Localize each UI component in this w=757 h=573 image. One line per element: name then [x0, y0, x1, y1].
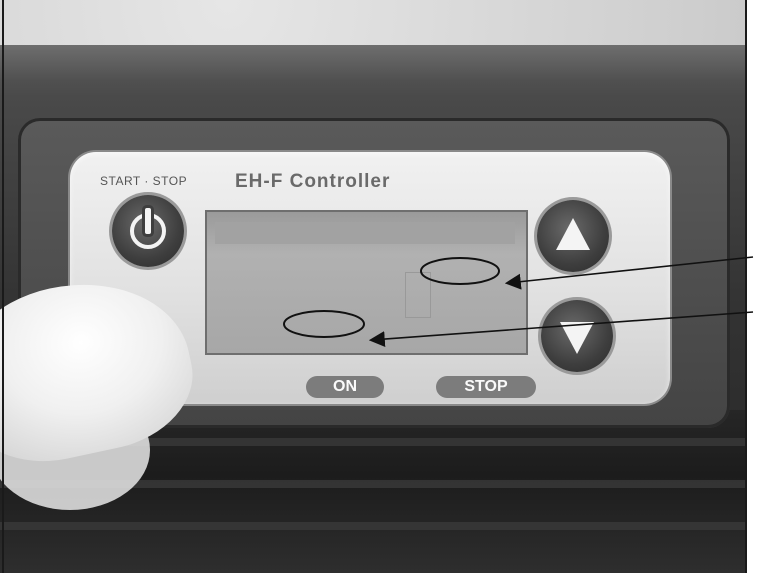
housing-ridge	[0, 522, 745, 530]
power-button[interactable]	[112, 195, 184, 267]
lcd-top-band	[215, 222, 515, 244]
lcd-display	[205, 210, 528, 355]
arrow-up-icon	[556, 218, 590, 250]
image-border-left	[2, 0, 4, 573]
on-indicator: ON	[306, 376, 384, 398]
power-icon-line	[145, 208, 151, 234]
controller-title: EH-F Controller	[235, 171, 391, 192]
lcd-faint-segment	[405, 272, 431, 318]
start-stop-label: START · STOP	[100, 174, 188, 188]
image-border-right	[745, 0, 747, 573]
arrow-down-icon	[560, 322, 594, 354]
down-button[interactable]	[541, 300, 613, 372]
stop-indicator: STOP	[436, 376, 536, 398]
up-button[interactable]	[537, 200, 609, 272]
controller-photo: START · STOP EH-F Controller ON STOP	[0, 0, 757, 573]
